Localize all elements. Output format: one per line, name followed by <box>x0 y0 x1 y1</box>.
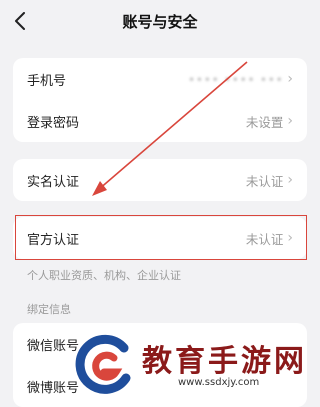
chevron-right-icon: › <box>287 71 293 87</box>
realname-card: 实名认证 未认证 › <box>13 159 307 201</box>
chevron-right-icon: › <box>287 230 293 246</box>
official-card: 官方认证 未认证 › <box>13 217 307 259</box>
weibo-row[interactable]: 微博账号 <box>13 365 307 407</box>
account-card: 手机号 •••• •••• ••• › 登录密码 未设置 › <box>13 58 307 142</box>
password-value: 未设置 <box>245 114 284 130</box>
password-label: 登录密码 <box>27 115 80 131</box>
wechat-row[interactable]: 微信账号 <box>13 323 307 365</box>
official-row[interactable]: 官方认证 未认证 › <box>13 217 307 259</box>
official-value-wrap: 未认证 › <box>246 229 293 248</box>
chevron-right-icon: › <box>287 113 293 129</box>
bind-section-title: 绑定信息 <box>27 303 71 316</box>
wechat-label: 微信账号 <box>27 338 80 354</box>
phone-value-wrap: •••• •••• ••• › <box>188 72 293 87</box>
page-title: 账号与安全 <box>122 13 198 31</box>
official-label: 官方认证 <box>27 232 80 248</box>
phone-label: 手机号 <box>27 73 67 89</box>
phone-row[interactable]: 手机号 •••• •••• ••• › <box>13 58 307 100</box>
realname-label: 实名认证 <box>27 174 80 190</box>
phone-value: •••• •••• ••• <box>187 71 284 87</box>
realname-value-wrap: 未认证 › <box>246 171 293 190</box>
official-hint: 个人职业资质、机构、企业认证 <box>27 269 181 282</box>
bind-card: 微信账号 微博账号 <box>13 323 307 407</box>
chevron-right-icon: › <box>287 172 293 188</box>
password-row[interactable]: 登录密码 未设置 › <box>13 100 307 142</box>
official-value: 未认证 <box>245 231 284 247</box>
top-bar: 账号与安全 <box>0 0 320 44</box>
realname-row[interactable]: 实名认证 未认证 › <box>13 159 307 201</box>
password-value-wrap: 未设置 › <box>246 112 293 131</box>
realname-value: 未认证 <box>245 173 284 189</box>
weibo-label: 微博账号 <box>27 380 80 396</box>
